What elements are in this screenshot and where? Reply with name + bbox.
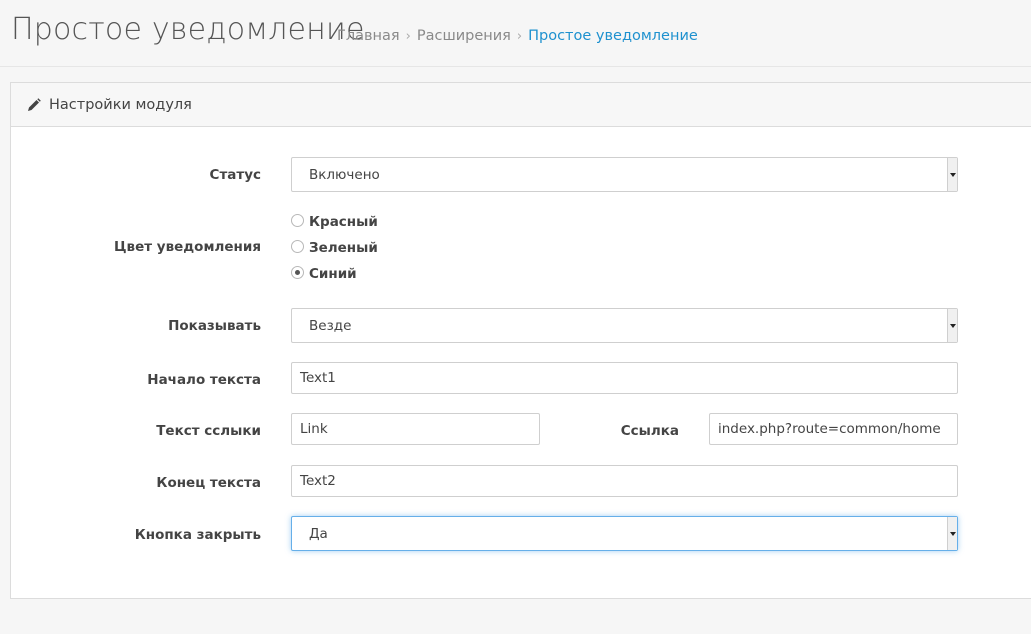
link-text-label: Текст сслыки: [156, 423, 261, 439]
radio-label: Красный: [309, 214, 378, 230]
page-header: Простое уведомление Главная › Расширения…: [0, 0, 1031, 67]
link-input[interactable]: index.php?route=common/home: [709, 413, 958, 445]
link-text-value: Link: [300, 421, 328, 437]
status-value: Включено: [309, 166, 380, 183]
chevron-down-icon: [947, 517, 957, 550]
text-end-label: Конец текста: [156, 475, 261, 491]
page-title: Простое уведомление: [11, 12, 365, 47]
breadcrumb-home[interactable]: Главная: [337, 28, 400, 44]
color-label: Цвет уведомления: [114, 239, 261, 255]
status-select[interactable]: Включено: [291, 157, 958, 192]
radio-red[interactable]: Красный: [291, 213, 378, 230]
chevron-down-icon: [947, 309, 957, 342]
breadcrumb-separator: ›: [516, 28, 523, 44]
close-button-value: Да: [309, 525, 328, 542]
text-end-value: Text2: [300, 473, 336, 489]
show-select[interactable]: Везде: [291, 308, 958, 343]
link-label: Ссылка: [620, 423, 679, 439]
close-button-select[interactable]: Да: [291, 516, 958, 551]
settings-panel: Настройки модуля Статус Включено Цвет ув…: [10, 82, 1031, 599]
panel-heading: Настройки модуля: [11, 83, 1031, 127]
panel-title: Настройки модуля: [49, 96, 192, 113]
breadcrumb: Главная › Расширения › Простое уведомлен…: [337, 28, 698, 44]
show-value: Везде: [309, 317, 352, 334]
pencil-icon: [27, 97, 41, 112]
radio-label: Синий: [309, 266, 357, 282]
breadcrumb-separator: ›: [405, 28, 411, 44]
show-label: Показывать: [168, 318, 261, 334]
radio-button[interactable]: [291, 239, 304, 253]
breadcrumb-current[interactable]: Простое уведомление: [528, 28, 698, 44]
text-end-input[interactable]: Text2: [291, 465, 958, 497]
chevron-down-icon: [947, 158, 957, 191]
status-label: Статус: [209, 167, 261, 183]
breadcrumb-extensions[interactable]: Расширения: [417, 28, 511, 44]
radio-button-checked[interactable]: [291, 265, 304, 279]
close-button-label: Кнопка закрыть: [134, 527, 261, 543]
link-value: index.php?route=common/home: [718, 421, 941, 437]
radio-label: Зеленый: [309, 240, 378, 256]
text-start-input[interactable]: Text1: [291, 362, 958, 394]
text-start-value: Text1: [300, 370, 336, 386]
radio-button[interactable]: [291, 213, 304, 227]
radio-green[interactable]: Зеленый: [291, 239, 378, 256]
radio-blue[interactable]: Синий: [291, 265, 357, 282]
text-start-label: Начало текста: [147, 372, 261, 388]
